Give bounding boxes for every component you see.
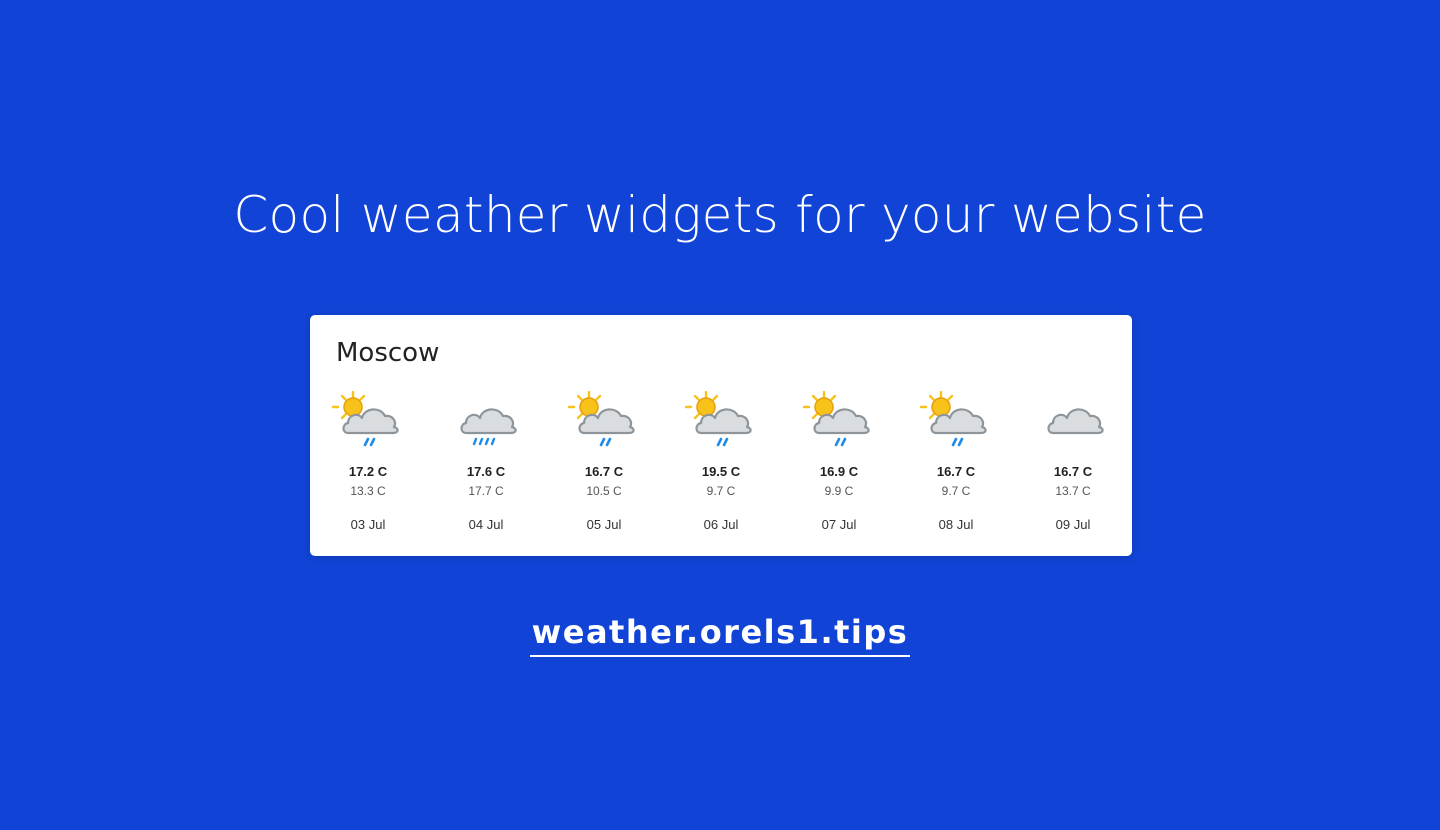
sun-cloud-rain-icon	[568, 391, 635, 447]
high-temperature: 16.7 C	[1053, 464, 1093, 479]
low-temperature: 13.7 C	[1055, 484, 1091, 498]
page-headline: Cool weather widgets for your website	[233, 186, 1207, 244]
forecast-date: 05 Jul	[586, 517, 622, 532]
forecast-day: 19.5 C 9.7 C 06 Jul	[671, 391, 771, 541]
forecast-day: 17.6 C 17.7 C 04 Jul	[436, 391, 536, 541]
sun-cloud-rain-icon	[920, 391, 987, 447]
low-temperature: 9.7 C	[706, 484, 736, 498]
low-temperature: 13.3 C	[350, 484, 386, 498]
high-temperature: 16.9 C	[819, 464, 859, 479]
forecast-date: 09 Jul	[1055, 517, 1091, 532]
forecast-day: 16.7 C 10.5 C 05 Jul	[554, 391, 654, 541]
city-name: Moscow	[336, 338, 440, 368]
low-temperature: 9.7 C	[941, 484, 971, 498]
sun-cloud-rain-icon	[803, 391, 870, 447]
low-temperature: 17.7 C	[468, 484, 504, 498]
forecast-day: 17.2 C 13.3 C 03 Jul	[318, 391, 418, 541]
weather-widget: Moscow 17.2 C 13.3 C 03 Jul 17.6 C 17.7 …	[310, 315, 1132, 556]
forecast-date: 04 Jul	[468, 517, 504, 532]
forecast-date: 08 Jul	[938, 517, 974, 532]
high-temperature: 17.2 C	[348, 464, 388, 479]
sun-cloud-rain-icon	[332, 391, 399, 447]
high-temperature: 17.6 C	[466, 464, 506, 479]
cloud-heavy-rain-icon	[460, 408, 517, 446]
forecast-date: 03 Jul	[350, 517, 386, 532]
high-temperature: 19.5 C	[701, 464, 741, 479]
forecast-date: 06 Jul	[703, 517, 739, 532]
cloud-icon	[1047, 408, 1104, 435]
low-temperature: 10.5 C	[586, 484, 622, 498]
low-temperature: 9.9 C	[824, 484, 854, 498]
site-link[interactable]: weather.orels1.tips	[529, 613, 911, 657]
forecast-day: 16.9 C 9.9 C 07 Jul	[789, 391, 889, 541]
high-temperature: 16.7 C	[584, 464, 624, 479]
forecast-date: 07 Jul	[821, 517, 857, 532]
forecast-days: 17.2 C 13.3 C 03 Jul 17.6 C 17.7 C 04 Ju…	[310, 391, 1132, 541]
high-temperature: 16.7 C	[936, 464, 976, 479]
site-link-container: weather.orels1.tips	[0, 610, 1440, 657]
sun-cloud-rain-icon	[685, 391, 752, 447]
forecast-day: 16.7 C 13.7 C 09 Jul	[1023, 391, 1123, 541]
forecast-day: 16.7 C 9.7 C 08 Jul	[906, 391, 1006, 541]
